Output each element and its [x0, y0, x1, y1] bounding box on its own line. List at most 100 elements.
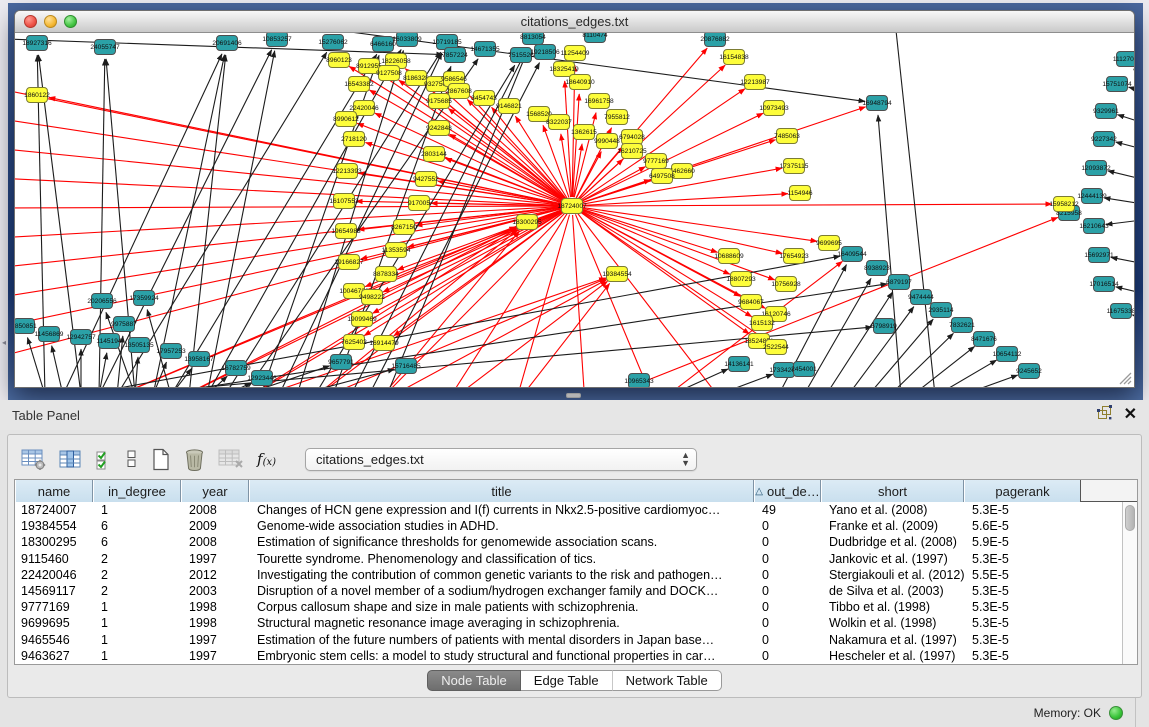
table-cell[interactable]: 0: [754, 567, 821, 583]
column-header-year[interactable]: year: [181, 480, 249, 502]
table-cell[interactable]: 2: [93, 583, 181, 599]
table-cell[interactable]: 2008: [181, 502, 249, 518]
table-cell[interactable]: 1: [93, 632, 181, 648]
table-cell[interactable]: 1998: [181, 615, 249, 631]
table-cell[interactable]: 0: [754, 551, 821, 567]
table-cell[interactable]: 18300295: [15, 534, 93, 550]
table-cell[interactable]: Disruption of a novel member of a sodium…: [249, 583, 754, 599]
table-cell[interactable]: 9699695: [15, 615, 93, 631]
table-cell[interactable]: 5.3E-5: [964, 502, 1081, 518]
table-cell[interactable]: Genome-wide association studies in ADHD.: [249, 518, 754, 534]
table-cell[interactable]: 5.3E-5: [964, 615, 1081, 631]
table-cell[interactable]: 1: [93, 615, 181, 631]
table-cell[interactable]: 6: [93, 518, 181, 534]
table-cell[interactable]: 0: [754, 518, 821, 534]
table-cell[interactable]: 9465546: [15, 632, 93, 648]
table-cell[interactable]: 5.6E-5: [964, 518, 1081, 534]
close-panel-icon[interactable]: ✕: [1124, 407, 1137, 423]
table-cell[interactable]: 5.3E-5: [964, 599, 1081, 615]
tab-network-table[interactable]: Network Table: [613, 670, 722, 691]
table-cell[interactable]: 9115460: [15, 551, 93, 567]
table-cell[interactable]: Structural magnetic resonance image aver…: [249, 615, 754, 631]
table-cell[interactable]: Estimation of significance thresholds fo…: [249, 534, 754, 550]
table-cell[interactable]: Wolkin et al. (1998): [821, 615, 964, 631]
table-scrollbar[interactable]: [1122, 502, 1137, 664]
float-panel-icon[interactable]: [1097, 405, 1112, 425]
table-selector-dropdown[interactable]: citations_edges.txt ▲▼: [305, 448, 697, 471]
table-cell[interactable]: 6: [93, 534, 181, 550]
table-cell[interactable]: Corpus callosum shape and size in male p…: [249, 599, 754, 615]
table-cell[interactable]: 19384554: [15, 518, 93, 534]
table-cell[interactable]: 5.5E-5: [964, 567, 1081, 583]
table-cell[interactable]: Stergiakouli et al. (2012): [821, 567, 964, 583]
table-cell[interactable]: 2008: [181, 534, 249, 550]
scrollbar-thumb[interactable]: [1125, 505, 1135, 531]
trash-icon[interactable]: [184, 448, 205, 471]
tab-node-table[interactable]: Node Table: [427, 670, 521, 691]
column-header-pagerank[interactable]: pagerank: [964, 480, 1081, 502]
table-cell[interactable]: 49: [754, 502, 821, 518]
table-row[interactable]: 1872400712008Changes of HCN gene express…: [15, 502, 1122, 518]
checklist-icon[interactable]: [95, 449, 113, 470]
close-button[interactable]: [24, 15, 37, 28]
table-cell[interactable]: Franke et al. (2009): [821, 518, 964, 534]
column-header-out_de[interactable]: △out_de…: [754, 480, 821, 502]
table-row[interactable]: 946362711997Embryonic stem cells: a mode…: [15, 648, 1122, 664]
table-cell[interactable]: 1998: [181, 599, 249, 615]
table-cell[interactable]: Yano et al. (2008): [821, 502, 964, 518]
table-cell[interactable]: 2012: [181, 567, 249, 583]
network-graph[interactable]: 1892731624055747206914061085325715276062…: [15, 33, 1134, 387]
table-row[interactable]: 969969511998Structural magnetic resonanc…: [15, 615, 1122, 631]
table-cell[interactable]: 1: [93, 648, 181, 664]
rows-icon[interactable]: [126, 449, 138, 469]
table-row[interactable]: 1938455462009Genome-wide association stu…: [15, 518, 1122, 534]
table-cell[interactable]: 5.9E-5: [964, 534, 1081, 550]
table-row[interactable]: 2242004622012Investigating the contribut…: [15, 567, 1122, 583]
table-row[interactable]: 1830029562008Estimation of significance …: [15, 534, 1122, 550]
table-cell[interactable]: Estimation of the future numbers of pati…: [249, 632, 754, 648]
column-header-name[interactable]: name: [15, 480, 93, 502]
split-pane-handle[interactable]: [566, 393, 581, 398]
table-cell[interactable]: 22420046: [15, 567, 93, 583]
table-cell[interactable]: 1997: [181, 551, 249, 567]
table-cell[interactable]: 9463627: [15, 648, 93, 664]
minimize-button[interactable]: [44, 15, 57, 28]
table-cell[interactable]: 5.3E-5: [964, 632, 1081, 648]
table-row[interactable]: 946554611997Estimation of the future num…: [15, 632, 1122, 648]
table-cell[interactable]: 1: [93, 599, 181, 615]
table-cell[interactable]: 18724007: [15, 502, 93, 518]
new-document-icon[interactable]: [151, 448, 171, 471]
network-window[interactable]: citations_edges.txt 18927316240557472069…: [14, 10, 1135, 388]
table-cell[interactable]: 0: [754, 599, 821, 615]
table-cell[interactable]: Jankovic et al. (1997): [821, 551, 964, 567]
column-chooser-icon[interactable]: [59, 450, 82, 469]
column-header-short[interactable]: short: [821, 480, 964, 502]
table-cell[interactable]: 0: [754, 534, 821, 550]
table-cell[interactable]: Tibbo et al. (1998): [821, 599, 964, 615]
table-cell[interactable]: de Silva et al. (2003): [821, 583, 964, 599]
tab-edge-table[interactable]: Edge Table: [521, 670, 613, 691]
table-cell[interactable]: 2: [93, 567, 181, 583]
column-header-title[interactable]: title: [249, 480, 754, 502]
table-cell[interactable]: 2009: [181, 518, 249, 534]
table-cell[interactable]: Embryonic stem cells: a model to study s…: [249, 648, 754, 664]
column-header-in_degree[interactable]: in_degree: [93, 480, 181, 502]
table-cell[interactable]: 1997: [181, 648, 249, 664]
table-cell[interactable]: Tourette syndrome. Phenomenology and cla…: [249, 551, 754, 567]
table-row[interactable]: 977716911998Corpus callosum shape and si…: [15, 599, 1122, 615]
delete-table-icon[interactable]: [218, 449, 244, 470]
table-cell[interactable]: Nakamura et al. (1997): [821, 632, 964, 648]
table-cell[interactable]: 0: [754, 615, 821, 631]
table-row[interactable]: 1456911722003Disruption of a novel membe…: [15, 583, 1122, 599]
table-cell[interactable]: Hescheler et al. (1997): [821, 648, 964, 664]
table-cell[interactable]: 0: [754, 583, 821, 599]
table-cell[interactable]: 9777169: [15, 599, 93, 615]
resize-grip-icon[interactable]: [1116, 369, 1132, 385]
network-window-titlebar[interactable]: citations_edges.txt: [15, 11, 1134, 33]
table-cell[interactable]: Investigating the contribution of common…: [249, 567, 754, 583]
table-cell[interactable]: Dudbridge et al. (2008): [821, 534, 964, 550]
table-cell[interactable]: 14569117: [15, 583, 93, 599]
function-builder-icon[interactable]: f(x): [257, 450, 276, 468]
table-settings-icon[interactable]: [21, 449, 46, 470]
table-cell[interactable]: 2003: [181, 583, 249, 599]
